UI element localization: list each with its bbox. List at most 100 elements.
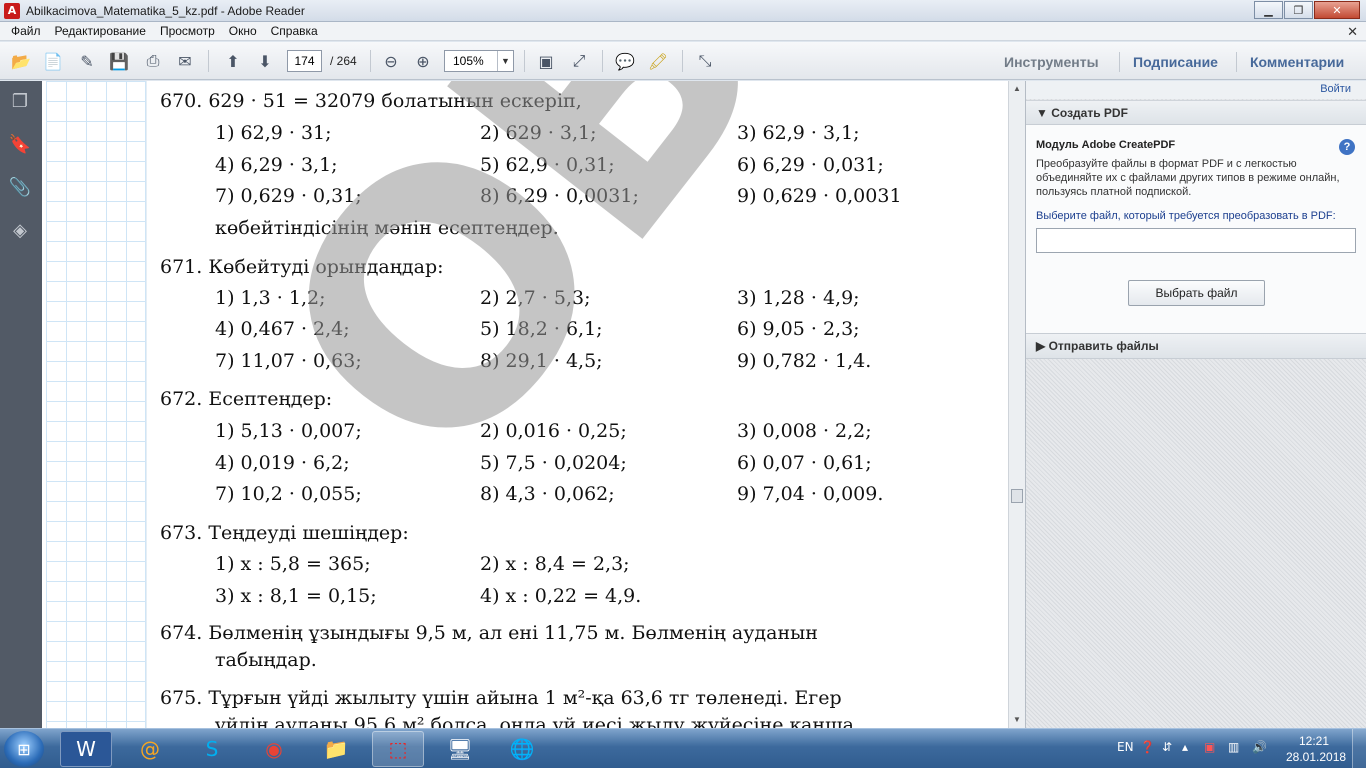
problem-675-line: үйдің ауданы 95,6 м² болса, онда үй иесі… (215, 714, 854, 728)
explorer-icon[interactable]: 📁 (310, 731, 362, 767)
page-edge (146, 81, 147, 728)
problem-item: 2) 2,7 · 5,3; (480, 287, 591, 309)
toolbar-divider (208, 50, 209, 72)
create-pdf-icon[interactable]: 📄 (40, 48, 66, 74)
problem-item: 9) 7,04 · 0,009. (737, 483, 884, 505)
menu-window[interactable]: Окно (222, 24, 264, 38)
send-files-label: Отправить файлы (1048, 339, 1159, 353)
clock-time[interactable]: 12:21 (1299, 734, 1329, 748)
problem-item: 4) x : 0,22 = 4,9. (480, 585, 642, 607)
language-indicator[interactable]: EN (1117, 740, 1134, 754)
chevron-down-icon[interactable]: ▼ (497, 51, 513, 71)
mail-agent-icon[interactable]: @ (124, 731, 176, 767)
window-title: Abilkacimova_Matematika_5_kz.pdf - Adobe… (26, 4, 305, 18)
choose-file-button[interactable]: Выбрать файл (1128, 280, 1265, 306)
file-input[interactable] (1036, 228, 1356, 253)
toolbar: 📂 📄 ✎ 💾 ⎙ ✉ ⬆ ⬇ 174 / 264 ⊖ ⊕ 105% ▼ ▣ ⤢… (0, 42, 1366, 80)
zoom-value: 105% (453, 54, 484, 68)
clock-date[interactable]: 28.01.2018 (1286, 750, 1346, 764)
save-icon[interactable]: 💾 (106, 48, 132, 74)
volume-icon[interactable]: 🔊 (1252, 740, 1267, 754)
problem-item: 4) 0,467 · 2,4; (215, 318, 350, 340)
menu-file[interactable]: Файл (4, 24, 48, 38)
scroll-up-icon[interactable]: ▲ (1009, 81, 1025, 97)
highlight-icon[interactable]: 🖍 (645, 48, 671, 74)
problem-671-title: 671. Көбейтуді орындаңдар: (160, 256, 444, 278)
problem-item: 9) 0,782 · 1,4. (737, 350, 872, 372)
signin-link[interactable]: Войти (1320, 83, 1351, 95)
create-pdf-header[interactable]: ▼ Создать PDF (1026, 101, 1366, 125)
scroll-thumb[interactable] (1011, 489, 1023, 503)
zoom-out-icon[interactable]: ⊖ (378, 48, 404, 74)
problem-item: 2) 0,016 · 0,25; (480, 420, 627, 442)
problem-item: 6) 6,29 · 0,031; (737, 154, 884, 176)
fullscreen-icon[interactable]: ⤡ (692, 48, 718, 74)
remote-desktop-icon[interactable]: 🖥 (434, 731, 486, 767)
help-tray-icon[interactable]: ❓ (1140, 740, 1155, 754)
fit-width-icon[interactable]: ⤢ (566, 48, 592, 74)
scroll-down-icon[interactable]: ▼ (1009, 712, 1025, 728)
module-title: Модуль Adobe CreatePDF (1036, 139, 1176, 151)
adobe-tray-icon[interactable]: ▣ (1204, 740, 1215, 754)
skype-icon[interactable]: S (186, 731, 238, 767)
help-icon[interactable]: ? (1339, 139, 1355, 155)
menu-close-icon[interactable]: ✕ (1347, 24, 1358, 40)
problem-item: 1) 1,3 · 1,2; (215, 287, 326, 309)
problem-item: 6) 0,07 · 0,61; (737, 452, 872, 474)
print-icon[interactable]: ⎙ (140, 48, 166, 74)
comment-icon[interactable]: 💬 (612, 48, 638, 74)
layers-icon[interactable]: ◈ (8, 218, 32, 242)
show-hidden-icons-icon[interactable]: ▴ (1182, 740, 1188, 754)
toolbar-divider (1236, 52, 1237, 72)
collapsed-triangle-icon: ▶ (1036, 339, 1046, 353)
next-page-icon[interactable]: ⬇ (252, 48, 278, 74)
network-tray-icon[interactable]: ▥ (1228, 740, 1239, 754)
close-button[interactable]: ✕ (1314, 1, 1360, 19)
attachments-icon[interactable]: 📎 (8, 175, 32, 199)
document-view[interactable]: 670. 629 · 51 = 32079 болатынын ескеріп,… (42, 81, 1008, 728)
vertical-scrollbar[interactable]: ▲ ▼ (1008, 81, 1025, 728)
problem-674-line: 674. Бөлменің ұзындығы 9,5 м, ал ені 11,… (160, 622, 818, 644)
problem-item: 7) 10,2 · 0,055; (215, 483, 362, 505)
problem-item: 7) 11,07 · 0,63; (215, 350, 362, 372)
module-description: Преобразуйте файлы в формат PDF и с легк… (1036, 158, 1340, 198)
comment-pane-button[interactable]: Комментарии (1250, 54, 1344, 70)
problem-item: 4) 0,019 · 6,2; (215, 452, 350, 474)
open-icon[interactable]: 📂 (8, 48, 34, 74)
minimize-button[interactable]: ▁ (1254, 1, 1283, 19)
tools-panel: Войти ▼ Создать PDF Модуль Adobe CreateP… (1025, 81, 1366, 728)
problem-672-title: 672. Есептеңдер: (160, 388, 333, 410)
problem-670-title: 670. 629 · 51 = 32079 болатынын ескеріп, (160, 90, 582, 112)
zoom-in-icon[interactable]: ⊕ (410, 48, 436, 74)
send-files-header[interactable]: ▶ Отправить файлы (1026, 333, 1366, 359)
restore-button[interactable]: ❐ (1284, 1, 1313, 19)
page-number-input[interactable]: 174 (287, 50, 322, 72)
choose-file-label: Выберите файл, который требуется преобра… (1036, 210, 1336, 222)
menu-edit[interactable]: Редактирование (48, 24, 153, 38)
bookmarks-icon[interactable]: 🔖 (8, 132, 32, 156)
menu-view[interactable]: Просмотр (153, 24, 222, 38)
zoom-select[interactable]: 105% ▼ (444, 50, 514, 72)
toolbar-divider (682, 50, 683, 72)
pages-icon[interactable]: ❐ (8, 89, 32, 113)
problem-item: 2) x : 8,4 = 2,3; (480, 553, 630, 575)
menu-help[interactable]: Справка (264, 24, 325, 38)
problem-674-line: табыңдар. (215, 649, 317, 671)
taskbar: ⊞ W @ S ◉ 📁 ⬚ 🖥 🌐 EN ❓ ⇵ ▴ ▣ ▥ 🔊 12:21 2… (0, 728, 1366, 768)
adobe-reader-icon[interactable]: ⬚ (372, 731, 424, 767)
previous-page-icon[interactable]: ⬆ (220, 48, 246, 74)
sign-pane-button[interactable]: Подписание (1133, 54, 1218, 70)
tools-pane-button[interactable]: Инструменты (1004, 54, 1099, 70)
chrome-icon[interactable]: ◉ (248, 731, 300, 767)
show-desktop-button[interactable] (1352, 729, 1366, 768)
word-icon[interactable]: W (60, 731, 112, 767)
toolbar-divider (524, 50, 525, 72)
edit-icon[interactable]: ✎ (74, 48, 100, 74)
fit-page-icon[interactable]: ▣ (533, 48, 559, 74)
problem-item: 3) 0,008 · 2,2; (737, 420, 872, 442)
start-button[interactable]: ⊞ (4, 731, 44, 767)
tray-arrows-icon[interactable]: ⇵ (1162, 740, 1172, 754)
problem-item: 8) 29,1 · 4,5; (480, 350, 603, 372)
network-app-icon[interactable]: 🌐 (496, 731, 548, 767)
email-icon[interactable]: ✉ (172, 48, 198, 74)
